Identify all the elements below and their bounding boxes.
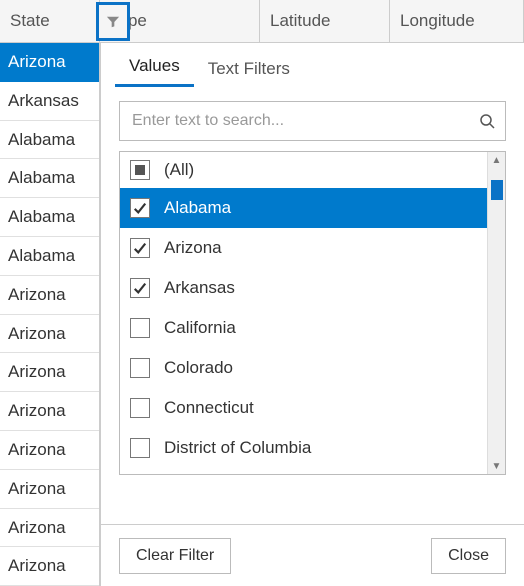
filter-panel-footer: Clear Filter Close bbox=[101, 524, 524, 586]
filter-value-label: Arkansas bbox=[164, 278, 235, 298]
search-icon bbox=[479, 113, 495, 129]
scrollbar[interactable]: ▲ ▼ bbox=[487, 152, 505, 474]
scrollbar-thumb[interactable] bbox=[491, 180, 503, 200]
filter-value-item[interactable]: California bbox=[120, 308, 487, 348]
table-row[interactable]: Arizona bbox=[0, 431, 99, 470]
search-input[interactable] bbox=[130, 111, 479, 131]
filter-values-list: (All) Alabama Arizona Arkansas California Co… bbox=[119, 151, 506, 475]
table-row[interactable]: Arizona bbox=[0, 43, 99, 82]
column-header-longitude-label: Longitude bbox=[400, 11, 475, 31]
table-row[interactable]: Arizona bbox=[0, 392, 99, 431]
table-row[interactable]: Alabama bbox=[0, 121, 99, 160]
filter-value-label: Alabama bbox=[164, 198, 231, 218]
search-box[interactable] bbox=[119, 101, 506, 141]
table-row[interactable]: Arizona bbox=[0, 276, 99, 315]
filter-value-label: Connecticut bbox=[164, 398, 254, 418]
filter-value-item[interactable]: Connecticut bbox=[120, 388, 487, 428]
filter-value-item[interactable]: Alabama bbox=[120, 188, 487, 228]
checkbox[interactable] bbox=[130, 358, 150, 378]
filter-value-item[interactable]: Arizona bbox=[120, 228, 487, 268]
filter-tabs: Values Text Filters bbox=[101, 43, 524, 87]
grid-state-column: ArizonaArkansasAlabamaAlabamaAlabamaAlab… bbox=[0, 43, 100, 586]
column-header-longitude[interactable]: Longitude bbox=[390, 0, 524, 42]
filter-value-all[interactable]: (All) bbox=[120, 152, 487, 188]
filter-value-label: Arizona bbox=[164, 238, 222, 258]
checkbox[interactable] bbox=[130, 438, 150, 458]
filter-value-all-label: (All) bbox=[164, 160, 194, 180]
clear-filter-button[interactable]: Clear Filter bbox=[119, 538, 231, 574]
checkbox-indeterminate[interactable] bbox=[130, 160, 150, 180]
tab-text-filters[interactable]: Text Filters bbox=[194, 49, 304, 87]
column-header-state-label: State bbox=[10, 11, 50, 31]
table-row[interactable]: Alabama bbox=[0, 198, 99, 237]
filter-value-item[interactable]: Colorado bbox=[120, 348, 487, 388]
scrollbar-down-icon[interactable]: ▼ bbox=[488, 458, 505, 474]
filter-value-item[interactable]: Arkansas bbox=[120, 268, 487, 308]
filter-value-item[interactable]: District of Columbia bbox=[120, 428, 487, 468]
column-header-latitude[interactable]: Latitude bbox=[260, 0, 390, 42]
checkbox[interactable] bbox=[130, 318, 150, 338]
filter-value-label: Colorado bbox=[164, 358, 233, 378]
grid-header: State Type Latitude Longitude bbox=[0, 0, 524, 43]
checkbox[interactable] bbox=[130, 398, 150, 418]
table-row[interactable]: Arkansas bbox=[0, 82, 99, 121]
filter-panel: Values Text Filters (All) Alabama Arizona… bbox=[100, 43, 524, 586]
checkbox[interactable] bbox=[130, 278, 150, 298]
column-header-latitude-label: Latitude bbox=[270, 11, 331, 31]
filter-value-label: California bbox=[164, 318, 236, 338]
table-row[interactable]: Alabama bbox=[0, 159, 99, 198]
table-row[interactable]: Arizona bbox=[0, 353, 99, 392]
checkbox[interactable] bbox=[130, 198, 150, 218]
checkbox[interactable] bbox=[130, 238, 150, 258]
table-row[interactable]: Arizona bbox=[0, 547, 99, 586]
column-filter-button-state[interactable] bbox=[96, 2, 130, 41]
table-row[interactable]: Alabama bbox=[0, 237, 99, 276]
table-row[interactable]: Arizona bbox=[0, 470, 99, 509]
filter-value-label: District of Columbia bbox=[164, 438, 311, 458]
scrollbar-up-icon[interactable]: ▲ bbox=[488, 152, 505, 168]
filter-value-item[interactable]: Florida bbox=[120, 468, 487, 474]
tab-values[interactable]: Values bbox=[115, 46, 194, 87]
filter-icon bbox=[106, 15, 120, 29]
table-row[interactable]: Arizona bbox=[0, 509, 99, 548]
table-row[interactable]: Arizona bbox=[0, 315, 99, 354]
close-button[interactable]: Close bbox=[431, 538, 506, 574]
column-header-state[interactable]: State bbox=[0, 0, 100, 42]
